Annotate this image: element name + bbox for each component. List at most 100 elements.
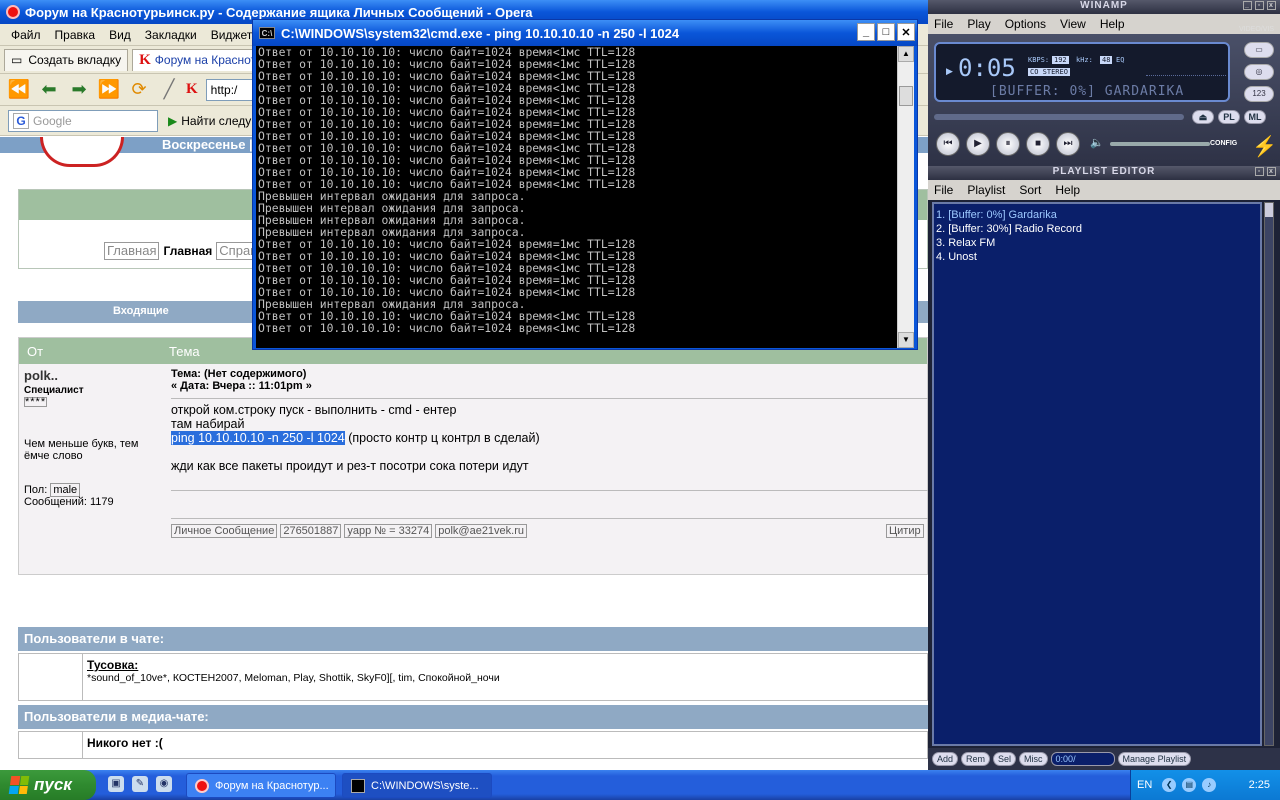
eject-icon[interactable]: ⏏: [1192, 110, 1214, 124]
tab-new-label: Создать вкладку: [28, 53, 122, 67]
message-line: там набирай: [171, 417, 245, 431]
maximize-icon[interactable]: □: [877, 23, 895, 41]
video-button[interactable]: ▭: [1244, 42, 1274, 58]
forward-icon[interactable]: ➡: [66, 78, 92, 102]
playlist-scroll-thumb[interactable]: [1265, 203, 1273, 217]
minimize-icon[interactable]: _: [857, 23, 875, 41]
media-library-toggle[interactable]: ML: [1244, 110, 1266, 124]
edit-icon[interactable]: ╱: [156, 78, 182, 102]
winamp-menu-help[interactable]: Help: [1100, 17, 1125, 31]
chat-room-link[interactable]: Тусовка:: [87, 658, 138, 672]
back-icon[interactable]: ⬅: [36, 78, 62, 102]
fast-forward-icon[interactable]: ⏩: [96, 78, 122, 102]
start-button[interactable]: пуск: [0, 770, 96, 800]
task-cmd-label: C:\WINDOWS\syste...: [371, 779, 479, 792]
tab-new[interactable]: ▭ Создать вкладку: [4, 48, 129, 71]
clock[interactable]: 2:25: [1249, 779, 1270, 791]
selected-command[interactable]: ping 10.10.10.10 -n 250 -l 1024: [171, 431, 345, 445]
playlist-scrollbar[interactable]: [1264, 202, 1274, 746]
seek-bar[interactable]: [934, 114, 1184, 120]
find-next-button[interactable]: ▶ Найти следу: [168, 114, 251, 128]
winamp-close-icon[interactable]: x: [1267, 1, 1276, 10]
misc-button[interactable]: Misc: [1019, 752, 1048, 766]
tab-forum[interactable]: K Форум на Красноту: [132, 48, 270, 71]
reload-icon[interactable]: ⟳: [126, 78, 152, 102]
column-topic: Тема: [169, 343, 200, 359]
winamp-time[interactable]: 0:05: [958, 54, 1016, 82]
scroll-up-icon[interactable]: ▲: [898, 46, 914, 62]
menu-view[interactable]: Вид: [102, 28, 138, 42]
winamp-minimize-icon[interactable]: _: [1243, 1, 1252, 10]
volume-tray-icon[interactable]: ♪: [1202, 778, 1217, 792]
playlist-item[interactable]: 3. Relax FM: [936, 236, 1260, 250]
chat-row: Тусовка: *sound_of_10ve*, КОСТЕН2007, Me…: [18, 653, 928, 701]
close-icon[interactable]: ✕: [897, 23, 915, 41]
cmd-task-icon: [351, 778, 365, 793]
opera-task-icon: [195, 778, 209, 793]
console-line: Ответ от 10.10.10.10: число байт=1024 вр…: [258, 321, 636, 335]
config-button[interactable]: CONFIG: [1210, 140, 1237, 147]
task-opera[interactable]: Форум на Краснотур...: [186, 773, 336, 798]
playlist-menu-playlist[interactable]: Playlist: [967, 183, 1005, 197]
repeat-icon[interactable]: 123: [1244, 86, 1274, 102]
task-cmd[interactable]: C:\WINDOWS\syste...: [342, 773, 492, 798]
language-indicator[interactable]: EN: [1137, 779, 1152, 791]
winamp-menu-view[interactable]: View: [1060, 17, 1086, 31]
menu-bookmarks[interactable]: Закладки: [138, 28, 204, 42]
add-button[interactable]: Add: [932, 752, 959, 766]
winamp-menu-options[interactable]: Options: [1005, 17, 1046, 31]
playlist-close-icon[interactable]: x: [1267, 167, 1276, 176]
manage-playlist-button[interactable]: Manage Playlist: [1117, 752, 1192, 766]
playlist-menu-file[interactable]: File: [934, 183, 953, 197]
playlist-menu-help[interactable]: Help: [1055, 183, 1080, 197]
tray-expand-icon[interactable]: ❮: [1162, 778, 1177, 792]
home-link[interactable]: Главная: [163, 244, 212, 258]
playlist-item[interactable]: 1. [Buffer: 0%] Gardarika: [936, 208, 1260, 222]
home-field-link[interactable]: Главная: [104, 242, 160, 260]
scroll-thumb[interactable]: [899, 86, 913, 106]
menu-file[interactable]: Файл: [4, 28, 48, 42]
playlist-title-bar[interactable]: PLAYLIST EDITOR ▫ x: [928, 166, 1280, 180]
icq-button[interactable]: 276501887: [280, 524, 342, 538]
cmd-console[interactable]: Ответ от 10.10.10.10: число байт=1024 вр…: [256, 46, 898, 348]
pm-button[interactable]: Личное Сообщение: [171, 524, 278, 538]
stop-icon[interactable]: ■: [1026, 132, 1050, 156]
inbox-link[interactable]: Входящие: [113, 305, 169, 317]
message-line: жди как все пакеты проидут и рез-т посот…: [171, 459, 529, 473]
previous-icon[interactable]: ⏮: [936, 132, 960, 156]
select-button[interactable]: Sel: [993, 752, 1017, 766]
winamp-menu-file[interactable]: File: [934, 17, 953, 31]
visualizer[interactable]: [1146, 56, 1226, 76]
messenger-icon[interactable]: ✎: [132, 776, 148, 792]
author-nick[interactable]: polk..: [24, 368, 164, 383]
yapp-button[interactable]: yapp № = 33274: [344, 524, 433, 538]
winamp-menu-play[interactable]: Play: [967, 17, 990, 31]
quote-button[interactable]: Цитир: [886, 524, 924, 538]
vis-button[interactable]: ◎: [1244, 64, 1274, 80]
desktop-icon[interactable]: ▣: [108, 776, 124, 792]
cmd-scrollbar[interactable]: ▲ ▼: [897, 46, 914, 348]
playlist-item[interactable]: 4. Unost: [936, 250, 1260, 264]
volume-slider[interactable]: [1110, 142, 1210, 146]
playlist-shade-icon[interactable]: ▫: [1255, 167, 1264, 176]
network-icon[interactable]: ▤: [1182, 778, 1197, 792]
next-icon[interactable]: ⏭: [1056, 132, 1080, 156]
pause-icon[interactable]: ⏸: [996, 132, 1020, 156]
rewind-icon[interactable]: ⏪: [6, 78, 32, 102]
bolt-icon[interactable]: ⚡: [1252, 134, 1277, 159]
playlist-toggle[interactable]: PL: [1218, 110, 1240, 124]
winamp-side-buttons: ▭ ◎ 123: [1244, 42, 1274, 102]
winamp-shade-icon[interactable]: ▫: [1255, 1, 1264, 10]
google-search-input[interactable]: G Google: [8, 109, 158, 132]
browser-icon[interactable]: ◉: [156, 776, 172, 792]
winamp-title-bar[interactable]: WINAMP _ ▫ x: [928, 0, 1280, 14]
menu-edit[interactable]: Правка: [48, 28, 103, 42]
playlist-item[interactable]: 2. [Buffer: 30%] Radio Record: [936, 222, 1260, 236]
playlist-menu-sort[interactable]: Sort: [1019, 183, 1041, 197]
cmd-title-bar[interactable]: C:\ C:\WINDOWS\system32\cmd.exe - ping 1…: [253, 20, 917, 46]
email-button[interactable]: polk@ae21vek.ru: [435, 524, 528, 538]
task-opera-label: Форум на Краснотур...: [215, 779, 329, 792]
scroll-down-icon[interactable]: ▼: [898, 332, 914, 348]
play-icon[interactable]: ▶: [966, 132, 990, 156]
remove-button[interactable]: Rem: [961, 752, 991, 766]
